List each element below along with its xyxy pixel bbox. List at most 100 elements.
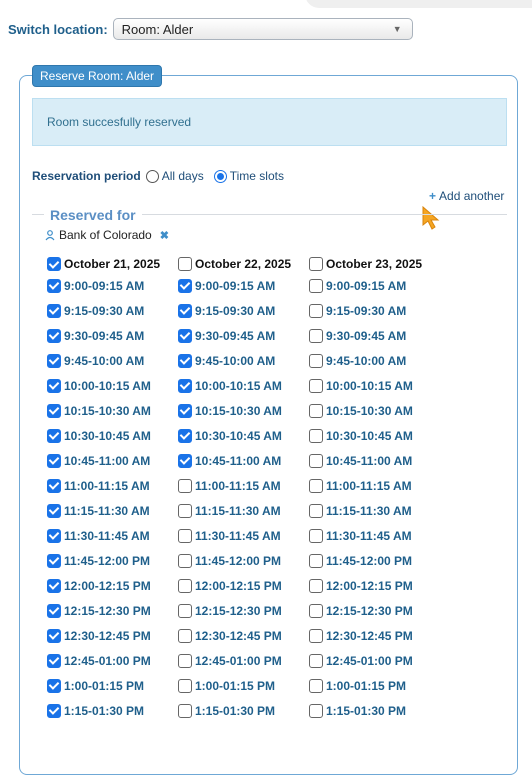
time-slot[interactable]: 12:15-12:30 PM: [47, 598, 160, 623]
time-slot[interactable]: 11:00-11:15 AM: [178, 473, 291, 498]
time-slot[interactable]: 12:30-12:45 PM: [178, 623, 291, 648]
time-slot-checkbox[interactable]: [178, 278, 192, 293]
time-slot-checkbox[interactable]: [309, 678, 323, 693]
time-slot-checkbox[interactable]: [47, 278, 61, 293]
time-slot[interactable]: 10:00-10:15 AM: [309, 373, 422, 398]
time-slot[interactable]: 10:30-10:45 AM: [178, 423, 291, 448]
time-slot-checkbox[interactable]: [47, 678, 61, 693]
time-slot-checkbox[interactable]: [178, 403, 192, 418]
time-slot[interactable]: 10:00-10:15 AM: [47, 373, 160, 398]
time-slot-checkbox[interactable]: [309, 353, 323, 368]
time-slot-checkbox[interactable]: [47, 503, 61, 518]
time-slot[interactable]: 12:45-01:00 PM: [309, 648, 422, 673]
time-slot[interactable]: 1:00-01:15 PM: [309, 673, 422, 698]
time-slot-checkbox[interactable]: [47, 303, 61, 318]
location-select[interactable]: Room: Alder ▼: [112, 18, 413, 40]
time-slot[interactable]: 11:00-11:15 AM: [309, 473, 422, 498]
time-slots-radio[interactable]: [213, 169, 227, 183]
time-slot[interactable]: 12:00-12:15 PM: [178, 573, 291, 598]
time-slot-checkbox[interactable]: [47, 553, 61, 568]
time-slot-checkbox[interactable]: [178, 578, 192, 593]
time-slot[interactable]: 12:15-12:30 PM: [178, 598, 291, 623]
time-slot-checkbox[interactable]: [309, 503, 323, 518]
time-slot-checkbox[interactable]: [309, 403, 323, 418]
time-slot[interactable]: 1:15-01:30 PM: [178, 698, 291, 723]
time-slot-checkbox[interactable]: [309, 303, 323, 318]
time-slot-checkbox[interactable]: [47, 403, 61, 418]
time-slot[interactable]: 11:15-11:30 AM: [309, 498, 422, 523]
time-slot-checkbox[interactable]: [309, 553, 323, 568]
time-slot[interactable]: 10:15-10:30 AM: [47, 398, 160, 423]
add-another-link[interactable]: + Add another: [429, 189, 504, 203]
time-slot[interactable]: 12:15-12:30 PM: [309, 598, 422, 623]
time-slot-checkbox[interactable]: [309, 478, 323, 493]
time-slot[interactable]: 10:30-10:45 AM: [47, 423, 160, 448]
time-slot-checkbox[interactable]: [47, 453, 61, 468]
date-checkbox[interactable]: [309, 257, 323, 271]
time-slot-checkbox[interactable]: [309, 603, 323, 618]
time-slot-checkbox[interactable]: [47, 603, 61, 618]
time-slot-checkbox[interactable]: [178, 378, 192, 393]
time-slot-checkbox[interactable]: [178, 703, 192, 718]
time-slot[interactable]: 12:45-01:00 PM: [178, 648, 291, 673]
time-slot-checkbox[interactable]: [47, 653, 61, 668]
time-slot[interactable]: 9:45-10:00 AM: [309, 348, 422, 373]
time-slot[interactable]: 12:30-12:45 PM: [47, 623, 160, 648]
time-slot-checkbox[interactable]: [178, 353, 192, 368]
time-slot-checkbox[interactable]: [47, 328, 61, 343]
time-slot-checkbox[interactable]: [309, 378, 323, 393]
time-slot[interactable]: 12:30-12:45 PM: [309, 623, 422, 648]
time-slot[interactable]: 10:15-10:30 AM: [178, 398, 291, 423]
time-slot-checkbox[interactable]: [309, 578, 323, 593]
time-slot[interactable]: 9:30-09:45 AM: [309, 323, 422, 348]
time-slot[interactable]: 11:45-12:00 PM: [178, 548, 291, 573]
time-slot-checkbox[interactable]: [178, 303, 192, 318]
time-slot[interactable]: 1:00-01:15 PM: [47, 673, 160, 698]
time-slot[interactable]: 10:15-10:30 AM: [309, 398, 422, 423]
time-slot[interactable]: 11:30-11:45 AM: [178, 523, 291, 548]
time-slot-checkbox[interactable]: [309, 628, 323, 643]
time-slot[interactable]: 12:00-12:15 PM: [309, 573, 422, 598]
remove-icon[interactable]: ✖: [160, 229, 169, 242]
time-slot-checkbox[interactable]: [178, 428, 192, 443]
time-slot[interactable]: 9:00-09:15 AM: [309, 273, 422, 298]
time-slot-checkbox[interactable]: [178, 328, 192, 343]
time-slot-checkbox[interactable]: [178, 503, 192, 518]
time-slot-checkbox[interactable]: [47, 428, 61, 443]
time-slot[interactable]: 11:15-11:30 AM: [178, 498, 291, 523]
time-slot-checkbox[interactable]: [309, 278, 323, 293]
time-slot[interactable]: 11:15-11:30 AM: [47, 498, 160, 523]
time-slot[interactable]: 9:00-09:15 AM: [47, 273, 160, 298]
time-slot[interactable]: 1:15-01:30 PM: [47, 698, 160, 723]
time-slot[interactable]: 9:30-09:45 AM: [47, 323, 160, 348]
date-header[interactable]: October 23, 2025: [309, 255, 422, 273]
time-slot[interactable]: 9:15-09:30 AM: [309, 298, 422, 323]
time-slot-checkbox[interactable]: [309, 453, 323, 468]
time-slot-checkbox[interactable]: [47, 378, 61, 393]
all-days-label[interactable]: All days: [162, 169, 204, 183]
time-slot-checkbox[interactable]: [309, 428, 323, 443]
time-slot[interactable]: 10:45-11:00 AM: [47, 448, 160, 473]
time-slot-checkbox[interactable]: [178, 628, 192, 643]
time-slot[interactable]: 9:45-10:00 AM: [47, 348, 160, 373]
time-slot-checkbox[interactable]: [309, 703, 323, 718]
date-checkbox[interactable]: [47, 257, 61, 271]
date-header[interactable]: October 22, 2025: [178, 255, 291, 273]
time-slot[interactable]: 12:00-12:15 PM: [47, 573, 160, 598]
time-slot-checkbox[interactable]: [47, 578, 61, 593]
time-slot-checkbox[interactable]: [178, 553, 192, 568]
time-slot-checkbox[interactable]: [47, 703, 61, 718]
time-slot-checkbox[interactable]: [178, 603, 192, 618]
time-slot-checkbox[interactable]: [178, 453, 192, 468]
time-slots-label[interactable]: Time slots: [230, 169, 284, 183]
time-slot[interactable]: 11:45-12:00 PM: [309, 548, 422, 573]
date-header[interactable]: October 21, 2025: [47, 255, 160, 273]
time-slot[interactable]: 12:45-01:00 PM: [47, 648, 160, 673]
time-slot-checkbox[interactable]: [178, 653, 192, 668]
time-slot[interactable]: 10:00-10:15 AM: [178, 373, 291, 398]
time-slot[interactable]: 9:15-09:30 AM: [47, 298, 160, 323]
time-slot-checkbox[interactable]: [47, 478, 61, 493]
time-slot[interactable]: 10:45-11:00 AM: [178, 448, 291, 473]
time-slot-checkbox[interactable]: [309, 328, 323, 343]
time-slot[interactable]: 1:15-01:30 PM: [309, 698, 422, 723]
